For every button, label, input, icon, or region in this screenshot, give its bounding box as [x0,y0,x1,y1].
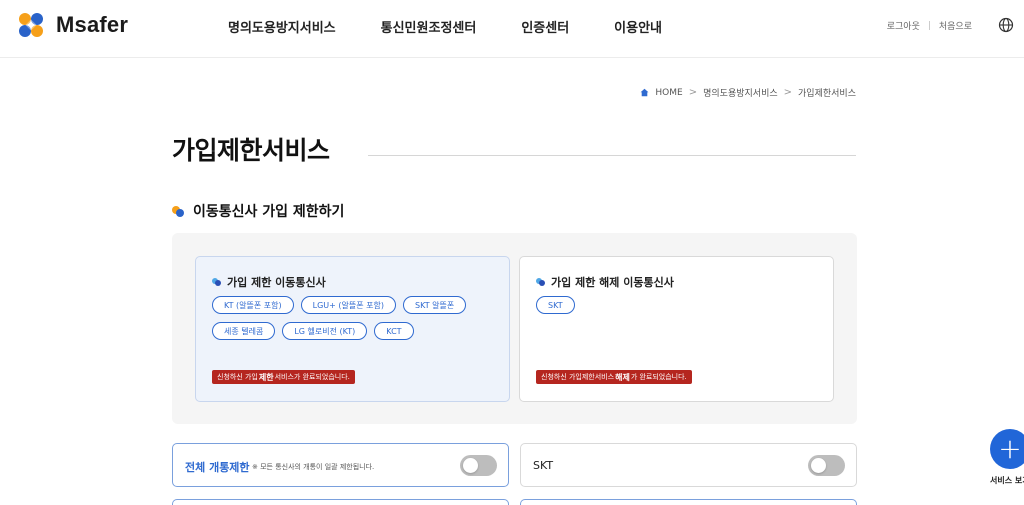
chevron-right-icon: > [783,87,793,98]
nav-usage-guide[interactable]: 이용안내 [614,17,662,36]
card-dots-icon [212,277,222,287]
released-card-title-text: 가입 제한 해제 이동통신사 [551,276,674,289]
released-carrier-list: SKT [536,296,826,314]
restricted-notice: 신청하신 가입 제한 서비스가 완료되었습니다. [212,370,355,384]
carrier-chip-sejong[interactable]: 세종 텔레콤 [212,322,276,340]
all-carriers-toggle-row: 전체 개통제한 ※ 모든 통신사의 개통이 일괄 제한됩니다. [172,443,509,487]
main-nav: 명의도용방지서비스 통신민원조정센터 인증센터 이용안내 [228,17,707,36]
chevron-right-icon: > [688,87,698,98]
next-toggle-row-right [520,499,857,505]
notice-text-pre: 신청하신 가입제한서비스 [541,373,615,381]
carrier-chip-lg-hellovision[interactable]: LG 헬로비전 (KT) [282,322,368,340]
nav-complaint-center[interactable]: 통신민원조정센터 [381,17,477,36]
breadcrumb-home[interactable]: HOME [655,88,682,98]
all-carriers-label: 전체 개통제한 [185,461,250,474]
carrier-chip-skt-mvno[interactable]: SKT 알뜰폰 [402,296,467,314]
home-icon [641,88,649,97]
restricted-card-title-text: 가입 제한 이동통신사 [227,276,326,289]
released-card-title: 가입 제한 해제 이동통신사 [536,274,674,290]
restricted-carrier-list: KT (알뜰폰 포함) LGU+ (알뜰폰 포함) SKT 알뜰폰 세종 텔레콤… [212,296,502,340]
next-toggle-row-left [172,499,509,505]
msafer-logo[interactable]: Msafer [14,10,128,40]
breadcrumb-level1[interactable]: 명의도용방지서비스 [703,86,778,99]
utility-links: 로그아웃 처음으로 [887,19,972,32]
switch-knob [811,458,826,473]
carrier-chip-lgu[interactable]: LGU+ (알뜰폰 포함) [300,296,396,314]
released-notice: 신청하신 가입제한서비스 해제 가 완료되었습니다. [536,370,692,384]
home-link[interactable]: 처음으로 [939,19,972,32]
breadcrumb: HOME > 명의도용방지서비스 > 가입제한서비스 [640,86,856,99]
section-title: 이동통신사 가입 제한하기 [193,204,345,220]
restricted-carriers-card: 가입 제한 이동통신사 KT (알뜰폰 포함) LGU+ (알뜰폰 포함) SK… [195,256,510,402]
breadcrumb-level2: 가입제한서비스 [798,89,856,99]
title-divider [368,155,856,156]
notice-text-bold: 해제 [615,372,630,382]
service-view-label: 서비스 보기 [990,476,1024,485]
notice-text-post: 서비스가 완료되었습니다. [274,373,350,381]
logo-text: Msafer [56,12,129,37]
plus-icon: + [998,432,1022,465]
section-dots-icon [172,204,186,218]
site-header: Msafer 명의도용방지서비스 통신민원조정센터 인증센터 이용안내 로그아웃… [0,0,1024,58]
restricted-card-title: 가입 제한 이동통신사 [212,274,326,290]
service-view-button[interactable]: + [990,429,1024,469]
skt-toggle-row: SKT [520,443,857,487]
card-dots-icon [536,277,546,287]
logo-mark-icon [19,13,43,37]
carrier-chip-skt[interactable]: SKT [536,296,575,314]
notice-text-bold: 제한 [258,372,274,382]
carrier-chip-kct[interactable]: KCT [374,322,414,340]
carrier-chip-kt[interactable]: KT (알뜰폰 포함) [212,296,294,314]
notice-text-post: 가 완료되었습니다. [630,373,687,381]
switch-knob [463,458,478,473]
released-carriers-card: 가입 제한 해제 이동통신사 SKT 신청하신 가입제한서비스 해제 가 완료되었습… [519,256,834,402]
logout-link[interactable]: 로그아웃 [887,19,920,32]
all-carriers-description: ※ 모든 통신사의 개통이 일괄 제한됩니다. [252,463,375,471]
skt-switch[interactable] [808,455,845,476]
notice-text-pre: 신청하신 가입 [217,373,258,381]
nav-certification-center[interactable]: 인증센터 [521,17,569,36]
nav-identity-theft-prevention[interactable]: 명의도용방지서비스 [228,17,336,36]
all-carriers-switch[interactable] [460,455,497,476]
page-title: 가입제한서비스 [172,136,330,165]
skt-label: SKT [533,459,554,472]
divider [928,21,930,30]
globe-icon[interactable] [998,17,1014,33]
section-header: 이동통신사 가입 제한하기 [172,201,344,221]
